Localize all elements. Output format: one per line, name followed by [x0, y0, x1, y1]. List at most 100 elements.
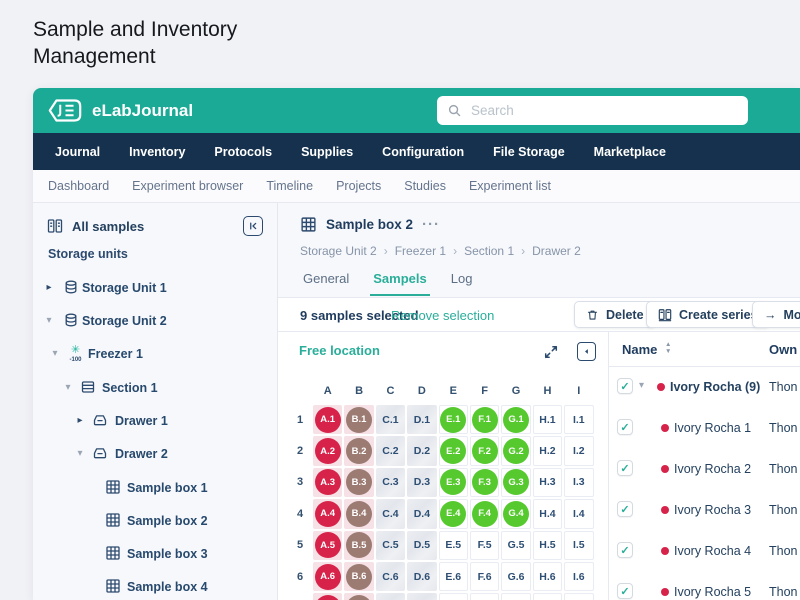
secondary-nav-item-timeline[interactable]: Timeline: [266, 179, 313, 193]
brand-logo[interactable]: eLabJournal: [46, 97, 193, 124]
secondary-nav-item-projects[interactable]: Projects: [336, 179, 381, 193]
caret-down-icon[interactable]: ▾: [43, 315, 55, 327]
grid-cell-e-4[interactable]: E.4: [439, 499, 468, 528]
row-checkbox[interactable]: ✓: [617, 501, 633, 517]
primary-nav-item-protocols[interactable]: Protocols: [214, 145, 272, 159]
caret-down-icon[interactable]: ▾: [74, 448, 86, 460]
grid-cell-d-5[interactable]: D.5: [407, 531, 436, 560]
tree-item-drawer-2[interactable]: ▾Drawer 2: [33, 442, 277, 466]
row-checkbox[interactable]: ✓: [617, 378, 633, 394]
grid-cell-b-4[interactable]: B.4: [344, 499, 373, 528]
primary-nav-item-file-storage[interactable]: File Storage: [493, 145, 565, 159]
tree-item-storage-unit-2[interactable]: ▾Storage Unit 2: [33, 309, 277, 333]
grid-cell-b-2[interactable]: B.2: [344, 436, 373, 465]
list-item-ivory-rocha-2[interactable]: ✓Ivory Rocha 2Thon: [609, 448, 800, 489]
caret-down-icon[interactable]: ▾: [49, 348, 61, 360]
grid-cell-g-5[interactable]: G.5: [501, 531, 530, 560]
grid-cell-b-6[interactable]: B.6: [344, 562, 373, 591]
secondary-nav-item-studies[interactable]: Studies: [404, 179, 446, 193]
tree-item-freezer-1[interactable]: ▾✳-100Freezer 1: [33, 342, 277, 366]
grid-cell-i-4[interactable]: I.4: [564, 499, 593, 528]
grid-cell-d-3[interactable]: D.3: [407, 468, 436, 497]
grid-cell-c-6[interactable]: C.6: [376, 562, 405, 591]
sort-icon[interactable]: ▲ ▼: [665, 341, 671, 355]
grid-cell-a-2[interactable]: A.2: [313, 436, 342, 465]
grid-cell-i-5[interactable]: I.5: [564, 531, 593, 560]
grid-cell-h-4[interactable]: H.4: [533, 499, 562, 528]
grid-cell-a-4[interactable]: A.4: [313, 499, 342, 528]
grid-cell-d-4[interactable]: D.4: [407, 499, 436, 528]
grid-cell-d-2[interactable]: D.2: [407, 436, 436, 465]
grid-cell-f-3[interactable]: F.3: [470, 468, 499, 497]
caret-down-icon[interactable]: ▾: [62, 382, 74, 394]
row-checkbox[interactable]: ✓: [617, 419, 633, 435]
grid-cell-a-6[interactable]: A.6: [313, 562, 342, 591]
grid-cell-h-6[interactable]: H.6: [533, 562, 562, 591]
caret-right-icon[interactable]: ▸: [43, 282, 55, 294]
all-samples-item[interactable]: All samples: [47, 218, 144, 234]
breadcrumb-drawer-2[interactable]: Drawer 2: [532, 244, 581, 258]
tab-sampels[interactable]: Sampels: [370, 266, 429, 296]
grid-cell-g-2[interactable]: G.2: [501, 436, 530, 465]
caret-right-icon[interactable]: ▸: [74, 415, 86, 427]
grid-cell-f-2[interactable]: F.2: [470, 436, 499, 465]
grid-cell-c-4[interactable]: C.4: [376, 499, 405, 528]
breadcrumb-storage-unit-2[interactable]: Storage Unit 2: [300, 244, 377, 258]
grid-cell-i-7[interactable]: I.7: [564, 593, 593, 600]
create-series-button[interactable]: Create series: [646, 301, 770, 328]
grid-cell-g-6[interactable]: G.6: [501, 562, 530, 591]
grid-cell-b-5[interactable]: B.5: [344, 531, 373, 560]
free-location-link[interactable]: Free location: [299, 343, 380, 358]
grid-cell-e-3[interactable]: E.3: [439, 468, 468, 497]
breadcrumb-freezer-1[interactable]: Freezer 1: [395, 244, 446, 258]
grid-cell-h-2[interactable]: H.2: [533, 436, 562, 465]
grid-cell-d-6[interactable]: D.6: [407, 562, 436, 591]
grid-cell-g-4[interactable]: G.4: [501, 499, 530, 528]
move-button[interactable]: → Mo: [752, 301, 800, 328]
primary-nav-item-configuration[interactable]: Configuration: [382, 145, 464, 159]
row-checkbox[interactable]: ✓: [617, 583, 633, 599]
list-item-ivory-rocha-4[interactable]: ✓Ivory Rocha 4Thon: [609, 530, 800, 571]
tree-item-drawer-1[interactable]: ▸Drawer 1: [33, 409, 277, 433]
grid-cell-e-1[interactable]: E.1: [439, 405, 468, 434]
grid-cell-b-7[interactable]: B.7: [344, 593, 373, 600]
list-item-ivory-rocha-3[interactable]: ✓Ivory Rocha 3Thon: [609, 489, 800, 530]
row-checkbox[interactable]: ✓: [617, 542, 633, 558]
secondary-nav-item-experiment-browser[interactable]: Experiment browser: [132, 179, 243, 193]
grid-cell-c-1[interactable]: C.1: [376, 405, 405, 434]
grid-cell-e-5[interactable]: E.5: [439, 531, 468, 560]
list-item-ivory-rocha-9[interactable]: ✓▾Ivory Rocha (9)Thon: [609, 366, 800, 407]
grid-cell-c-3[interactable]: C.3: [376, 468, 405, 497]
grid-cell-e-7[interactable]: E.7: [439, 593, 468, 600]
grid-cell-f-4[interactable]: F.4: [470, 499, 499, 528]
grid-cell-a-1[interactable]: A.1: [313, 405, 342, 434]
more-options-icon[interactable]: ···: [422, 220, 440, 230]
grid-cell-h-7[interactable]: H.7: [533, 593, 562, 600]
tree-item-sample-box-3[interactable]: Sample box 3: [33, 542, 277, 566]
grid-cell-f-5[interactable]: F.5: [470, 531, 499, 560]
grid-cell-d-7[interactable]: D.7: [407, 593, 436, 600]
grid-cell-g-1[interactable]: G.1: [501, 405, 530, 434]
grid-cell-a-5[interactable]: A.5: [313, 531, 342, 560]
tree-item-sample-box-2[interactable]: Sample box 2: [33, 509, 277, 533]
secondary-nav-item-dashboard[interactable]: Dashboard: [48, 179, 109, 193]
primary-nav-item-inventory[interactable]: Inventory: [129, 145, 185, 159]
tree-item-storage-unit-1[interactable]: ▸Storage Unit 1: [33, 276, 277, 300]
primary-nav-item-journal[interactable]: Journal: [55, 145, 100, 159]
collapse-panel-button[interactable]: [577, 342, 596, 361]
remove-selection-link[interactable]: Remove selection: [391, 308, 494, 323]
grid-cell-h-5[interactable]: H.5: [533, 531, 562, 560]
grid-cell-f-7[interactable]: F.7: [470, 593, 499, 600]
grid-cell-b-3[interactable]: B.3: [344, 468, 373, 497]
grid-cell-i-1[interactable]: I.1: [564, 405, 593, 434]
list-item-ivory-rocha-5[interactable]: ✓Ivory Rocha 5Thon: [609, 571, 800, 600]
secondary-nav-item-experiment-list[interactable]: Experiment list: [469, 179, 551, 193]
grid-cell-a-3[interactable]: A.3: [313, 468, 342, 497]
grid-cell-g-3[interactable]: G.3: [501, 468, 530, 497]
row-checkbox[interactable]: ✓: [617, 460, 633, 476]
tab-general[interactable]: General: [300, 266, 352, 296]
grid-cell-i-2[interactable]: I.2: [564, 436, 593, 465]
tree-item-sample-box-1[interactable]: Sample box 1: [33, 476, 277, 500]
tree-item-section-1[interactable]: ▾Section 1: [33, 376, 277, 400]
grid-cell-e-6[interactable]: E.6: [439, 562, 468, 591]
